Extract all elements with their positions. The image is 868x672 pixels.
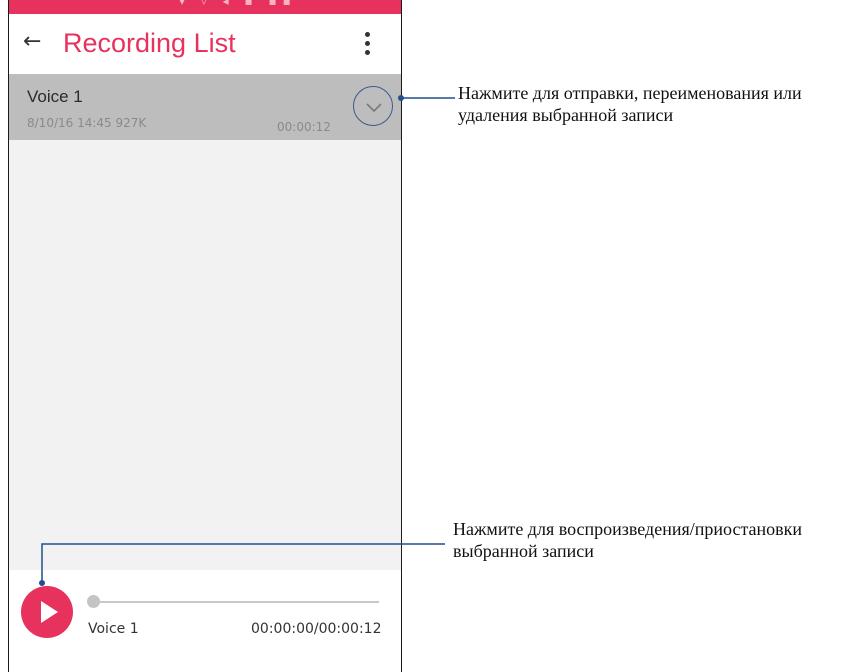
callout-options-line2: удаления выбранной записи	[458, 105, 674, 125]
callout-options: Нажмите для отправки, переименования или…	[458, 82, 868, 126]
callout-play-line1: Нажмите для воспроизведения/приостановки	[453, 519, 803, 539]
callout-play-line2: выбранной записи	[453, 541, 594, 561]
callout-options-line1: Нажмите для отправки, переименования или	[458, 83, 802, 103]
callout-play: Нажмите для воспроизведения/приостановки…	[453, 518, 868, 562]
